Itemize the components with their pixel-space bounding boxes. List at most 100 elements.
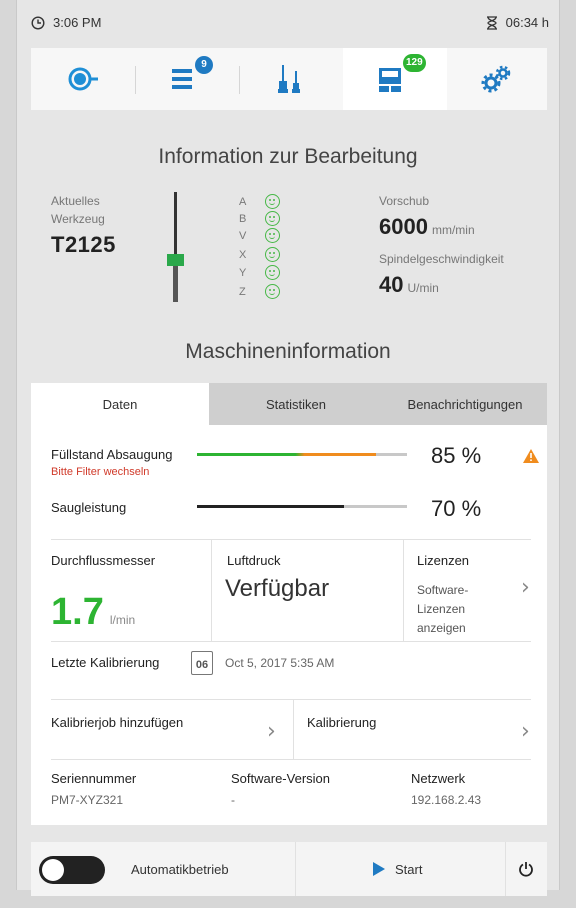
start-button[interactable]: Start <box>295 842 505 896</box>
tool-id: T2125 <box>51 232 116 257</box>
machine-info-title: Maschineninformation <box>185 340 391 363</box>
flow-label: Durchflussmesser <box>51 553 156 568</box>
tools-icon <box>278 65 300 93</box>
machine-icon <box>68 67 98 91</box>
axis-row: X <box>239 247 280 262</box>
auto-mode-toggle[interactable] <box>39 856 105 884</box>
current-time: 3:06 PM <box>53 15 102 30</box>
licenses-link[interactable]: Software- Lizenzen anzeigen <box>417 581 468 638</box>
power-button[interactable] <box>505 842 547 896</box>
milling-tool-icon <box>167 192 184 302</box>
axis-row: Z <box>239 284 280 299</box>
status-ok-icon <box>265 228 280 243</box>
spindle-value: 40 <box>379 272 404 297</box>
divider <box>51 539 531 540</box>
add-calibration-job-button[interactable]: Kalibrierjob hinzufügen › <box>31 699 293 759</box>
licenses-link-line: Software- <box>417 583 469 597</box>
licenses-label: Lizenzen <box>417 553 470 568</box>
last-calibration-label: Letzte Kalibrierung <box>51 655 160 670</box>
clock-icon <box>31 15 45 30</box>
status-ok-icon <box>265 247 280 262</box>
axis-row: B <box>239 211 280 226</box>
chevron-right-icon: › <box>267 719 276 744</box>
software-version-value: - <box>231 793 235 807</box>
current-tool-block: Aktuelles Werkzeug T2125 <box>51 192 116 258</box>
start-label: Start <box>395 862 423 877</box>
suction-warning-text: Bitte Filter wechseln <box>51 466 150 478</box>
axis-row: A <box>239 194 280 209</box>
calibration-label: Kalibrierung <box>307 715 377 730</box>
last-calibration-value: Oct 5, 2017 5:35 AM <box>225 656 335 670</box>
status-ok-icon <box>265 194 280 209</box>
flow-value: 1.7 <box>51 591 104 633</box>
axis-row: Y <box>239 265 280 280</box>
data-panel: Füllstand Absaugung Bitte Filter wechsel… <box>31 425 547 825</box>
serial-label: Seriennummer <box>51 771 137 786</box>
serial-value: PM7-XYZ321 <box>51 793 124 807</box>
nav-item-tools[interactable] <box>239 48 343 110</box>
play-icon <box>373 862 385 876</box>
licenses-link-line: Lizenzen <box>417 602 466 616</box>
spindle-label: Spindelgeschwindigkeit <box>379 252 504 266</box>
current-tool-label-2: Werkzeug <box>51 212 105 226</box>
operating-duration: 06:34 h <box>505 15 549 30</box>
calibration-button[interactable]: Kalibrierung › <box>293 699 547 759</box>
power-bar <box>197 505 407 508</box>
axis-row: V <box>239 228 280 243</box>
status-bar: 3:06 PM 06:34 h <box>17 12 559 36</box>
tab-statistiken[interactable]: Statistiken <box>209 383 383 425</box>
job-count-badge: 9 <box>195 56 213 74</box>
divider <box>211 539 212 641</box>
chevron-right-icon: › <box>521 719 530 744</box>
licenses-link-line: anzeigen <box>417 621 466 635</box>
flow-reading: 1.7 l/min <box>51 591 135 634</box>
feed-label: Vorschub <box>379 194 430 208</box>
warning-icon <box>523 449 539 463</box>
tab-daten[interactable]: Daten <box>31 383 209 425</box>
suction-percent: 85 % <box>431 443 482 468</box>
feed-unit: mm/min <box>431 223 475 237</box>
status-ok-icon <box>265 211 280 226</box>
nav-item-machine[interactable] <box>31 48 135 110</box>
processing-title: Information zur Bearbeitung <box>158 145 418 168</box>
suction-level-bar <box>197 453 407 456</box>
spindle-unit: U/min <box>407 281 439 295</box>
app-frame: 3:06 PM 06:34 h 9 129 Information zur Be… <box>16 0 560 896</box>
feed-value: 6000 <box>379 214 428 239</box>
nav-item-material[interactable]: 129 <box>343 48 447 110</box>
axis-label: Z <box>239 285 246 298</box>
machine-tabs: Daten Statistiken Benachrichtigungen <box>31 383 547 425</box>
hourglass-icon <box>486 15 497 30</box>
chevron-right-icon[interactable]: › <box>521 575 530 600</box>
power-fill <box>197 505 344 508</box>
network-value: 192.168.2.43 <box>411 793 482 807</box>
power-percent: 70 % <box>431 496 482 521</box>
nav-item-settings[interactable] <box>447 48 547 110</box>
axis-label: Y <box>239 266 247 279</box>
suction-level-fill <box>197 453 376 456</box>
feed-block: Vorschub 6000 mm/min Spindelgeschwindigk… <box>379 192 504 298</box>
divider <box>403 539 404 641</box>
status-ok-icon <box>265 265 280 280</box>
flow-unit: l/min <box>109 613 136 627</box>
network-label: Netzwerk <box>411 771 466 786</box>
main-nav: 9 129 <box>31 48 547 110</box>
nav-item-jobs[interactable]: 9 <box>135 48 239 110</box>
tab-benachrichtigungen[interactable]: Benachrichtigungen <box>383 383 547 425</box>
suction-label: Füllstand Absaugung <box>51 447 173 462</box>
axis-label: B <box>239 212 247 225</box>
add-calibration-job-label: Kalibrierjob hinzufügen <box>51 715 184 730</box>
air-pressure-label: Luftdruck <box>227 553 281 568</box>
material-count-badge: 129 <box>403 54 426 72</box>
power-label: Saugleistung <box>51 500 127 515</box>
auto-mode-label: Automatikbetrieb <box>131 862 229 877</box>
current-tool-label: Aktuelles <box>51 194 100 208</box>
calendar-icon: 06 <box>191 651 213 675</box>
software-version-label: Software-Version <box>231 771 330 786</box>
axis-label: V <box>239 229 247 242</box>
axis-label: A <box>239 195 247 208</box>
footer-bar: Automatikbetrieb Start <box>31 842 547 896</box>
air-pressure-value: Verfügbar <box>225 575 330 602</box>
calendar-day: 06 <box>195 659 209 671</box>
divider <box>51 641 531 642</box>
